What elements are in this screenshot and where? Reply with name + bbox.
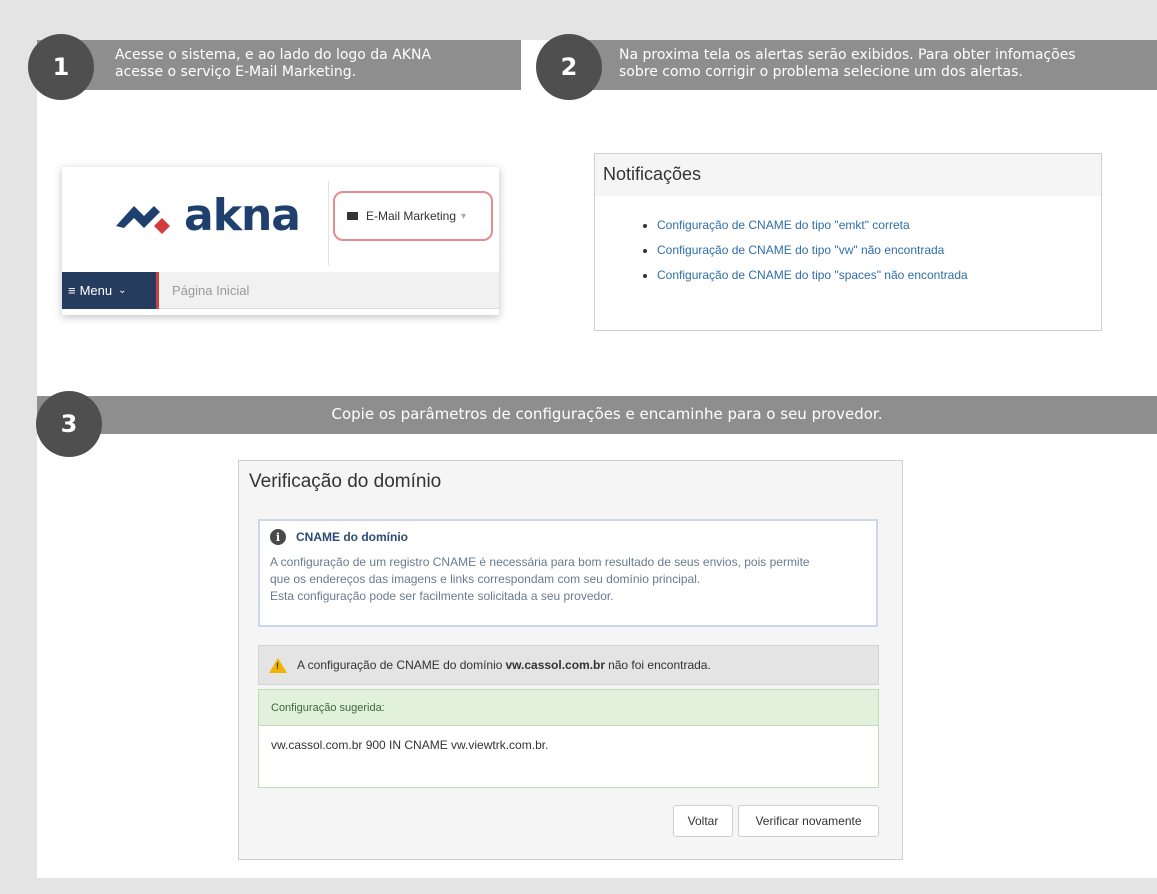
suggested-config-record[interactable]: vw.cassol.com.br 900 IN CNAME vw.viewtrk…: [258, 726, 879, 788]
step-1-line-1: Acesse o sistema, e ao lado do logo da A…: [115, 47, 432, 63]
warning-domain: vw.cassol.com.br: [505, 658, 606, 672]
notifications-list-container: Configuração de CNAME do tipo "emkt" cor…: [595, 196, 1101, 330]
suggested-config-header: Configuração sugerida:: [258, 689, 879, 726]
step-1-bar: Acesse o sistema, e ao lado do logo da A…: [37, 40, 521, 90]
hamburger-icon: ≡: [68, 283, 76, 298]
caret-down-icon: ▾: [461, 210, 467, 222]
cname-info-line-2: que os endereços das imagens e links cor…: [270, 572, 701, 586]
akna-navbar: ≡ Menu ⌄ Página Inicial: [62, 272, 499, 309]
step-3-text: Copie os parâmetros de configurações e e…: [331, 405, 883, 423]
cname-info-title: CNAME do domínio: [296, 530, 408, 544]
step-2-text: Na proxima tela os alertas serão exibido…: [619, 47, 1149, 81]
akna-logo-mark-icon: [116, 206, 170, 234]
envelope-icon: [347, 212, 358, 220]
notification-item[interactable]: Configuração de CNAME do tipo "vw" não e…: [657, 243, 1101, 257]
cname-info-text: A configuração de um registro CNAME é ne…: [270, 554, 866, 605]
step-2-line-2: sobre como corrigir o problema selecione…: [619, 64, 1023, 80]
notifications-panel: Notificações Configuração de CNAME do ti…: [594, 153, 1102, 331]
cname-info-box: i CNAME do domínio A configuração de um …: [258, 519, 878, 627]
email-marketing-label: E-Mail Marketing: [366, 209, 457, 223]
step-3-bar: Copie os parâmetros de configurações e e…: [37, 396, 1157, 434]
warning-alert: ! A configuração de CNAME do domínio vw.…: [258, 645, 879, 685]
akna-header-screenshot: akna E-Mail Marketing ▾ ≡ Menu ⌄ Página …: [62, 167, 499, 315]
breadcrumb[interactable]: Página Inicial: [172, 283, 249, 298]
warning-prefix: A configuração de CNAME do domínio: [297, 658, 503, 672]
info-icon: i: [270, 529, 286, 545]
verify-again-button[interactable]: Verificar novamente: [738, 805, 879, 837]
cname-info-header: i CNAME do domínio: [270, 529, 866, 545]
notification-item[interactable]: Configuração de CNAME do tipo "spaces" n…: [657, 268, 1101, 282]
domain-verification-panel: Verificação do domínio i CNAME do domíni…: [238, 460, 903, 860]
notification-item[interactable]: Configuração de CNAME do tipo "emkt" cor…: [657, 218, 1101, 232]
step-3-number: 3: [36, 391, 102, 457]
akna-logo-word: akna: [184, 190, 301, 241]
back-button[interactable]: Voltar: [673, 805, 733, 837]
menu-label: Menu: [79, 283, 113, 298]
header-divider: [328, 181, 329, 265]
step-2-bar: Na proxima tela os alertas serão exibido…: [553, 40, 1157, 90]
email-marketing-button[interactable]: E-Mail Marketing ▾: [333, 191, 493, 241]
warning-suffix: não foi encontrada.: [608, 658, 711, 672]
step-2-number: 2: [536, 34, 602, 100]
step-1-number: 1: [28, 34, 94, 100]
step-1-text: Acesse o sistema, e ao lado do logo da A…: [115, 47, 515, 81]
verification-title: Verificação do domínio: [249, 471, 442, 492]
step-2-line-1: Na proxima tela os alertas serão exibido…: [619, 47, 1076, 63]
chevron-down-icon: ⌄: [118, 285, 127, 296]
notifications-title: Notificações: [595, 154, 1101, 196]
notifications-list: Configuração de CNAME do tipo "emkt" cor…: [641, 218, 1101, 282]
akna-logo[interactable]: akna: [114, 191, 324, 241]
menu-button[interactable]: ≡ Menu ⌄: [62, 272, 159, 309]
cname-info-line-1: A configuração de um registro CNAME é ne…: [270, 555, 810, 569]
step-1-line-2: acesse o serviço E-Mail Marketing.: [115, 64, 357, 80]
warning-icon: !: [269, 657, 287, 673]
cname-info-line-3: Esta configuração pode ser facilmente so…: [270, 589, 614, 603]
